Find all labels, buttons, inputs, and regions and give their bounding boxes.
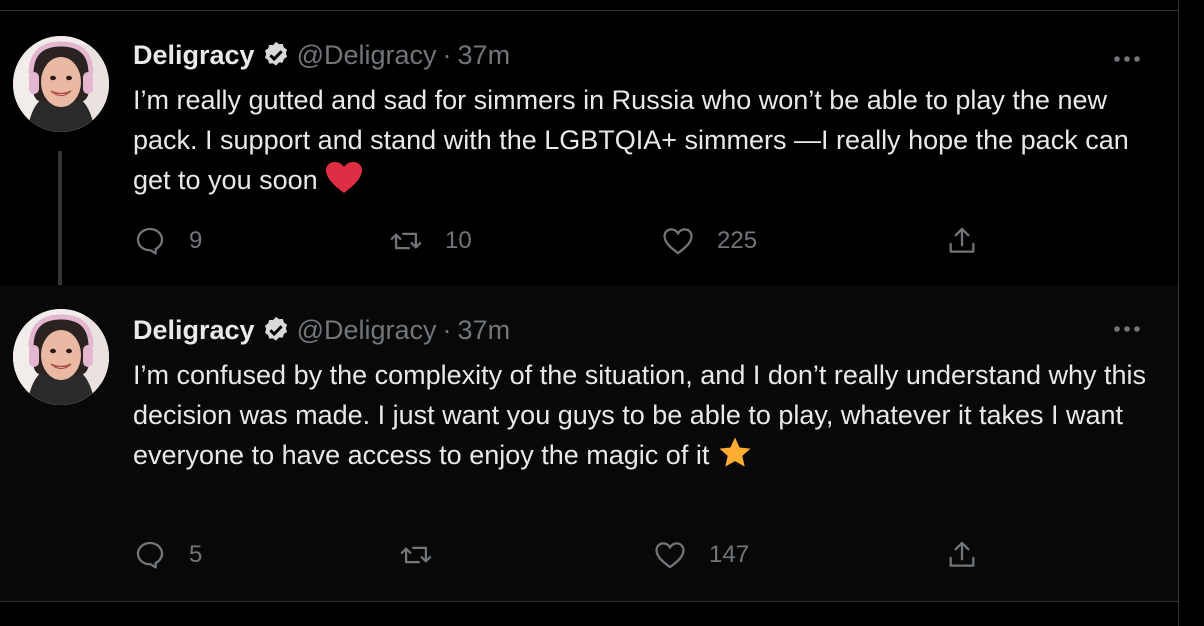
- tweet-header: Deligracy @Deligracy · 37m: [133, 312, 510, 348]
- share-button[interactable]: [945, 538, 979, 572]
- tweet-text-content: I’m confused by the complexity of the si…: [133, 360, 1147, 470]
- retweet-count: 10: [445, 227, 472, 254]
- display-name[interactable]: Deligracy: [133, 315, 255, 346]
- like-button[interactable]: 147: [653, 538, 749, 572]
- avatar-image: [13, 309, 109, 405]
- verified-badge-icon: [264, 41, 287, 66]
- timestamp[interactable]: 37m: [458, 315, 511, 346]
- like-heart-icon: [655, 542, 685, 569]
- reply-icon: [136, 541, 164, 569]
- share-button[interactable]: [945, 224, 979, 258]
- retweet-button[interactable]: 10: [389, 224, 472, 258]
- tweet-actions: 5 147: [133, 538, 993, 578]
- retweet-button[interactable]: [399, 538, 455, 572]
- tweet-header: Deligracy @Deligracy · 37m: [133, 37, 510, 73]
- tweet-divider: [0, 601, 1178, 602]
- star-emoji-icon: [719, 437, 751, 467]
- reply-count: 9: [189, 227, 203, 254]
- reply-button[interactable]: 9: [133, 224, 202, 258]
- timeline: Deligracy @Deligracy · 37m I’m really gu…: [0, 0, 1179, 626]
- tweet-text: I’m confused by the complexity of the si…: [133, 355, 1153, 475]
- display-name[interactable]: Deligracy: [133, 40, 255, 71]
- like-count: 225: [717, 227, 758, 254]
- tweet-2[interactable]: Deligracy @Deligracy · 37m I’m confused …: [0, 285, 1178, 601]
- retweet-icon: [400, 546, 432, 564]
- reply-count: 5: [189, 541, 203, 568]
- like-count: 147: [709, 541, 750, 568]
- more-options-icon[interactable]: [1110, 319, 1144, 339]
- tweet-1[interactable]: Deligracy @Deligracy · 37m I’m really gu…: [0, 11, 1178, 311]
- share-icon: [949, 541, 975, 567]
- reply-icon: [136, 227, 164, 255]
- tweet-actions: 9 10 225: [133, 224, 993, 264]
- verified-badge-icon: [264, 316, 287, 341]
- heart-emoji-icon: [326, 162, 363, 193]
- handle[interactable]: @Deligracy: [297, 40, 437, 71]
- timestamp[interactable]: 37m: [458, 40, 511, 71]
- avatar[interactable]: [13, 309, 109, 405]
- handle[interactable]: @Deligracy: [297, 315, 437, 346]
- tweet-text-content: I’m really gutted and sad for simmers in…: [133, 85, 1129, 195]
- avatar[interactable]: [13, 36, 109, 132]
- like-heart-icon: [663, 228, 693, 255]
- more-options-icon[interactable]: [1110, 49, 1144, 69]
- avatar-image: [13, 36, 109, 132]
- reply-button[interactable]: 5: [133, 538, 202, 572]
- share-icon: [949, 227, 975, 253]
- tweet-text: I’m really gutted and sad for simmers in…: [133, 80, 1153, 200]
- like-button[interactable]: 225: [661, 224, 757, 258]
- retweet-icon: [390, 232, 422, 250]
- separator-dot: ·: [442, 39, 452, 70]
- separator-dot: ·: [442, 314, 452, 345]
